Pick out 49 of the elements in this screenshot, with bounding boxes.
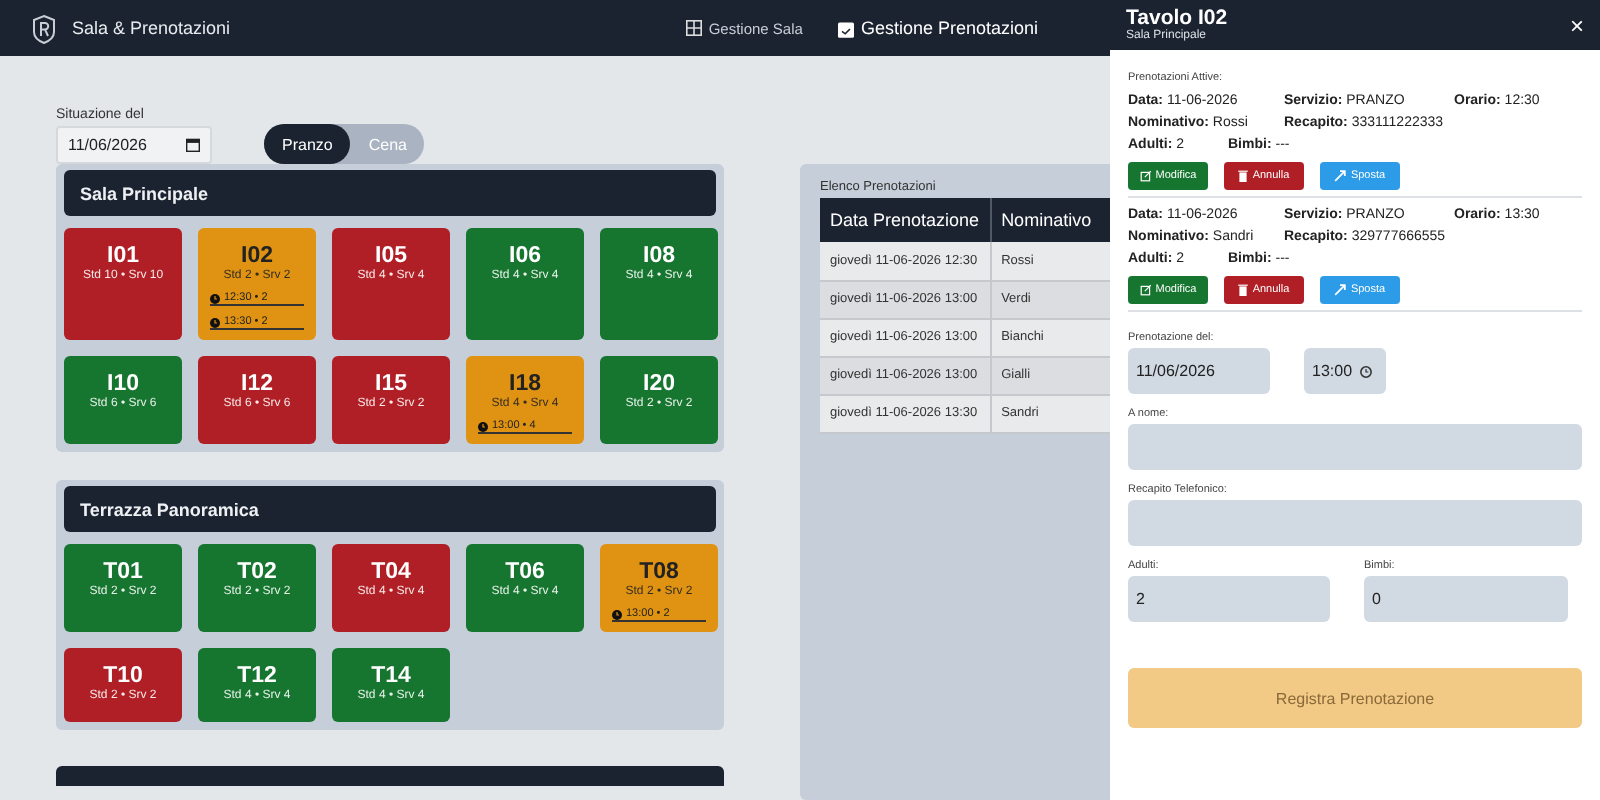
calendar-icon — [186, 138, 200, 152]
phone-field[interactable] — [1128, 500, 1582, 546]
table-name: T12 — [237, 664, 277, 688]
date-field[interactable]: 11/06/2026 — [1128, 348, 1270, 394]
time-field[interactable]: 13:00 — [1304, 348, 1386, 394]
table-name: I18 — [509, 372, 541, 396]
table-name: I10 — [107, 372, 139, 396]
column-header: Data Prenotazione — [820, 198, 991, 242]
kids-field[interactable]: 0 — [1364, 576, 1568, 622]
calendar-icon — [838, 19, 855, 37]
table-name: I15 — [375, 372, 407, 396]
close-button[interactable]: × — [1569, 11, 1584, 39]
room-title: Terrazza Panoramica — [64, 486, 716, 532]
name-field[interactable] — [1128, 424, 1582, 470]
trash-icon — [1238, 284, 1249, 296]
table-name: T04 — [371, 560, 411, 584]
logo-icon — [32, 13, 56, 43]
edit-icon — [1139, 284, 1152, 296]
table-name: T14 — [371, 664, 411, 688]
nav-link[interactable]: Gestione Prenotazioni — [838, 18, 1038, 38]
table-name: I01 — [107, 244, 139, 268]
table-name: I02 — [241, 244, 273, 268]
table-name: T10 — [103, 664, 143, 688]
clock-icon — [1360, 365, 1373, 377]
table-name: I05 — [375, 244, 407, 268]
drawer-title: Tavolo I02 — [1126, 8, 1230, 30]
grid-icon — [686, 20, 703, 36]
app-title: Sala & Prenotazioni — [72, 18, 231, 38]
arrows-icon — [1334, 284, 1347, 296]
table-name: T08 — [639, 560, 679, 584]
clock-icon — [210, 317, 220, 327]
clock-icon — [612, 609, 622, 619]
table-name: I06 — [509, 244, 541, 268]
date-field[interactable]: 11/06/2026 — [56, 126, 212, 164]
table-name: I12 — [241, 372, 273, 396]
table-name: T02 — [237, 560, 277, 584]
table-name: T06 — [505, 560, 545, 584]
clock-icon — [210, 293, 220, 303]
edit-icon — [1139, 170, 1152, 182]
column-header: Nominativo — [990, 198, 1110, 242]
trash-icon — [1238, 170, 1249, 182]
room-title: Sala Principale — [64, 170, 716, 216]
table-name: I08 — [643, 244, 675, 268]
table-name: I20 — [643, 372, 675, 396]
clock-icon — [478, 421, 488, 431]
table-name: T01 — [103, 560, 143, 584]
service-option[interactable]: Pranzo — [264, 124, 351, 164]
arrows-icon — [1334, 170, 1347, 182]
adults-field[interactable]: 2 — [1128, 576, 1330, 622]
